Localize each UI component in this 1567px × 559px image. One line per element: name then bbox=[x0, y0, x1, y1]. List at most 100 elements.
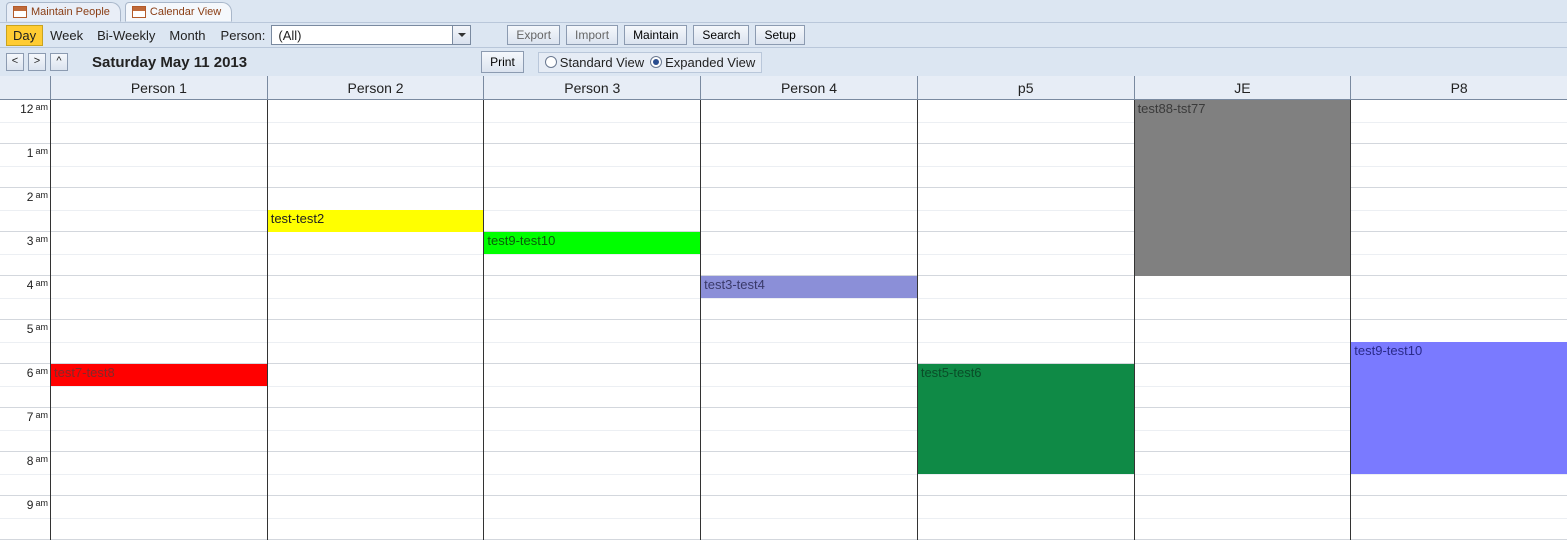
time-slot[interactable] bbox=[268, 320, 484, 364]
time-slot[interactable] bbox=[1351, 188, 1567, 232]
time-slot[interactable] bbox=[268, 408, 484, 452]
form-icon bbox=[13, 6, 27, 18]
time-slot[interactable] bbox=[918, 188, 1134, 232]
radio-icon bbox=[650, 56, 662, 68]
import-button[interactable]: Import bbox=[566, 25, 618, 45]
time-slot[interactable] bbox=[1351, 144, 1567, 188]
time-slot[interactable] bbox=[268, 232, 484, 276]
time-slot[interactable] bbox=[701, 188, 917, 232]
time-slot[interactable] bbox=[484, 364, 700, 408]
day-column[interactable]: test3-test4 bbox=[700, 100, 917, 540]
calendar-event[interactable]: test88-tst77 bbox=[1135, 100, 1351, 276]
radio-icon bbox=[545, 56, 557, 68]
time-slot[interactable] bbox=[701, 364, 917, 408]
range-bi-weekly-button[interactable]: Bi-Weekly bbox=[90, 25, 162, 46]
time-slot[interactable] bbox=[51, 276, 267, 320]
day-column[interactable]: test88-tst77 bbox=[1134, 100, 1351, 540]
calendar-event[interactable]: test9-test10 bbox=[1351, 342, 1567, 474]
time-slot[interactable] bbox=[51, 100, 267, 144]
time-slot[interactable] bbox=[701, 320, 917, 364]
time-slot[interactable] bbox=[1351, 276, 1567, 320]
time-slot[interactable] bbox=[484, 320, 700, 364]
time-slot[interactable] bbox=[484, 100, 700, 144]
column-header: Person 1 bbox=[50, 76, 267, 99]
range-month-button[interactable]: Month bbox=[162, 25, 212, 46]
print-button[interactable]: Print bbox=[481, 51, 524, 73]
standard-view-radio[interactable]: Standard View bbox=[545, 55, 644, 70]
day-column[interactable]: test7-test8 bbox=[50, 100, 267, 540]
time-slot[interactable] bbox=[484, 276, 700, 320]
time-slot[interactable] bbox=[1135, 320, 1351, 364]
time-slot[interactable] bbox=[918, 496, 1134, 540]
time-slot[interactable] bbox=[1135, 276, 1351, 320]
time-slot[interactable] bbox=[918, 276, 1134, 320]
expanded-view-radio[interactable]: Expanded View bbox=[650, 55, 755, 70]
time-slot[interactable] bbox=[51, 232, 267, 276]
person-dropdown[interactable]: (All) bbox=[271, 25, 471, 45]
calendar: Person 1Person 2Person 3Person 4p5JEP8 1… bbox=[0, 76, 1567, 559]
day-column[interactable]: test-test2 bbox=[267, 100, 484, 540]
calendar-event[interactable]: test7-test8 bbox=[51, 364, 267, 386]
time-slot[interactable] bbox=[484, 452, 700, 496]
time-slot[interactable] bbox=[701, 100, 917, 144]
time-column: 12am1am2am3am4am5am6am7am8am9am bbox=[0, 100, 50, 540]
time-slot[interactable] bbox=[268, 496, 484, 540]
calendar-event[interactable]: test5-test6 bbox=[918, 364, 1134, 474]
time-slot[interactable] bbox=[1135, 408, 1351, 452]
header-corner bbox=[0, 76, 50, 99]
time-slot[interactable] bbox=[484, 144, 700, 188]
range-day-button[interactable]: Day bbox=[6, 25, 43, 46]
export-button[interactable]: Export bbox=[507, 25, 560, 45]
up-button[interactable]: ^ bbox=[50, 53, 68, 71]
time-slot[interactable] bbox=[268, 452, 484, 496]
time-slot[interactable] bbox=[484, 496, 700, 540]
current-date: Saturday May 11 2013 bbox=[92, 54, 247, 71]
time-slot[interactable] bbox=[701, 408, 917, 452]
calendar-body: 12am1am2am3am4am5am6am7am8am9amtest7-tes… bbox=[0, 100, 1567, 540]
time-slot[interactable] bbox=[918, 100, 1134, 144]
time-slot[interactable] bbox=[51, 188, 267, 232]
time-slot[interactable] bbox=[701, 496, 917, 540]
toolbar: DayWeekBi-WeeklyMonth Person: (All) Expo… bbox=[0, 22, 1567, 48]
person-label: Person: bbox=[221, 28, 266, 43]
expanded-view-label: Expanded View bbox=[665, 55, 755, 70]
prev-button[interactable]: < bbox=[6, 53, 24, 71]
time-slot[interactable] bbox=[701, 144, 917, 188]
day-column[interactable]: test9-test10 bbox=[1350, 100, 1567, 540]
time-slot[interactable] bbox=[1135, 496, 1351, 540]
calendar-event[interactable]: test3-test4 bbox=[701, 276, 917, 298]
time-slot[interactable] bbox=[51, 144, 267, 188]
time-slot[interactable] bbox=[1135, 364, 1351, 408]
time-slot[interactable] bbox=[51, 452, 267, 496]
doc-tab[interactable]: Calendar View bbox=[125, 2, 232, 22]
time-slot[interactable] bbox=[268, 100, 484, 144]
day-column[interactable]: test9-test10 bbox=[483, 100, 700, 540]
time-slot[interactable] bbox=[701, 452, 917, 496]
range-week-button[interactable]: Week bbox=[43, 25, 90, 46]
day-column[interactable]: test5-test6 bbox=[917, 100, 1134, 540]
time-slot[interactable] bbox=[918, 144, 1134, 188]
search-button[interactable]: Search bbox=[693, 25, 749, 45]
time-slot[interactable] bbox=[1351, 496, 1567, 540]
time-slot[interactable] bbox=[268, 276, 484, 320]
time-slot[interactable] bbox=[51, 320, 267, 364]
time-slot[interactable] bbox=[268, 364, 484, 408]
calendar-event[interactable]: test-test2 bbox=[268, 210, 484, 232]
time-slot[interactable] bbox=[484, 188, 700, 232]
maintain-button[interactable]: Maintain bbox=[624, 25, 687, 45]
time-slot[interactable] bbox=[1351, 100, 1567, 144]
time-slot[interactable] bbox=[51, 496, 267, 540]
time-slot[interactable] bbox=[918, 232, 1134, 276]
time-slot[interactable] bbox=[1351, 232, 1567, 276]
calendar-event[interactable]: test9-test10 bbox=[484, 232, 700, 254]
time-slot[interactable] bbox=[918, 320, 1134, 364]
time-slot[interactable] bbox=[701, 232, 917, 276]
person-dropdown-value: (All) bbox=[278, 28, 301, 43]
doc-tab[interactable]: Maintain People bbox=[6, 2, 121, 22]
time-slot[interactable] bbox=[1135, 452, 1351, 496]
time-slot[interactable] bbox=[268, 144, 484, 188]
next-button[interactable]: > bbox=[28, 53, 46, 71]
time-slot[interactable] bbox=[484, 408, 700, 452]
time-slot[interactable] bbox=[51, 408, 267, 452]
setup-button[interactable]: Setup bbox=[755, 25, 804, 45]
